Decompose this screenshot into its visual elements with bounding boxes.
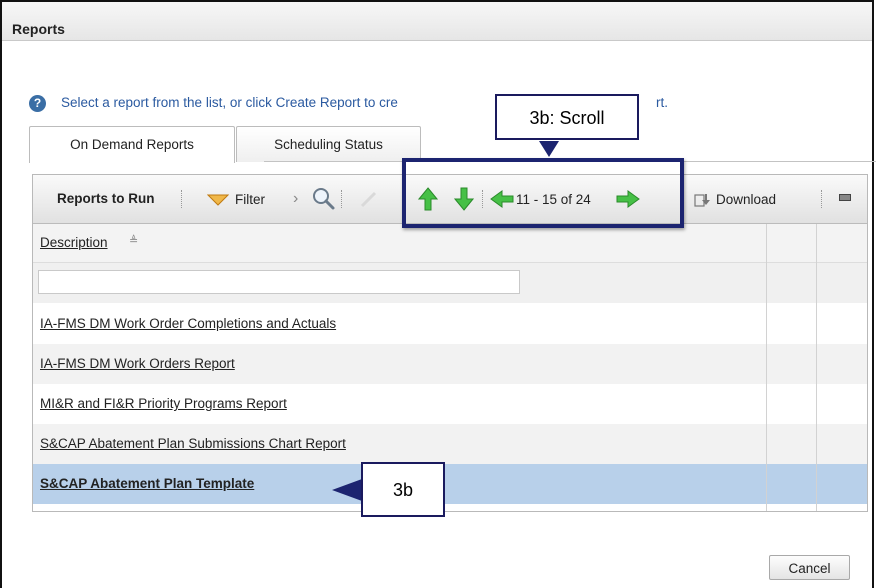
scroll-callout-pointer [539, 141, 559, 157]
scroll-callout-text: 3b: Scroll [529, 108, 605, 128]
toolbar-separator [181, 190, 182, 208]
table-row[interactable]: MI&R and FI&R Priority Programs Report [33, 384, 867, 424]
help-icon[interactable]: ? [29, 95, 46, 112]
column-header-row: Description ≜ [33, 224, 867, 263]
instruction-text-main: Select a report from the list, or click … [61, 95, 398, 110]
tab-on-demand-reports[interactable]: On Demand Reports [29, 126, 235, 163]
cancel-button[interactable]: Cancel [769, 555, 850, 580]
row-callout: 3b [361, 462, 445, 517]
table-row[interactable]: S&CAP Abatement Plan Submissions Chart R… [33, 424, 867, 464]
title-bar: Reports [2, 2, 872, 41]
scroll-callout: 3b: Scroll [495, 94, 639, 140]
tab-on-demand-reports-label: On Demand Reports [70, 137, 194, 152]
report-link[interactable]: MI&R and FI&R Priority Programs Report [40, 396, 287, 411]
toolbar-separator [821, 190, 822, 208]
column-divider [816, 224, 817, 511]
cancel-label: Cancel [788, 561, 831, 576]
description-column-header[interactable]: Description [40, 235, 108, 250]
column-divider [766, 224, 767, 511]
row-callout-text: 3b [392, 480, 414, 500]
filter-button[interactable]: Filter [207, 192, 265, 207]
instruction-text-tail: rt. [656, 95, 668, 110]
chevron-right-icon: › [293, 190, 299, 207]
table-row-selected[interactable]: S&CAP Abatement Plan Template [33, 464, 867, 504]
download-icon [694, 194, 710, 207]
report-link[interactable]: S&CAP Abatement Plan Template [40, 476, 254, 491]
download-label: Download [716, 192, 777, 207]
filter-row [33, 263, 867, 303]
report-link[interactable]: IA-FMS DM Work Orders Report [40, 356, 235, 371]
collapse-icon[interactable] [839, 194, 851, 201]
filter-funnel-icon [207, 194, 229, 206]
tab-scheduling-status[interactable]: Scheduling Status [236, 126, 421, 162]
row-callout-pointer [332, 479, 362, 501]
tab-scheduling-status-label: Scheduling Status [274, 137, 383, 152]
table-row[interactable]: IA-FMS DM Work Orders Report [33, 344, 867, 384]
description-filter-input[interactable] [38, 270, 520, 294]
instruction-text: Select a report from the list, or click … [61, 95, 668, 110]
table-row[interactable]: IA-FMS DM Work Order Completions and Act… [33, 304, 867, 344]
scroll-highlight-box [402, 158, 684, 228]
window-title: Reports [12, 21, 65, 37]
toolbar-title: Reports to Run [57, 191, 155, 206]
description-column-label: Description [40, 235, 108, 250]
toolbar-separator [341, 190, 342, 208]
report-link[interactable]: IA-FMS DM Work Order Completions and Act… [40, 316, 336, 331]
search-icon[interactable] [312, 187, 336, 211]
report-link[interactable]: S&CAP Abatement Plan Submissions Chart R… [40, 436, 346, 451]
sort-ascending-icon[interactable]: ≜ [129, 234, 138, 247]
filter-label: Filter [235, 192, 265, 207]
download-button[interactable]: Download [694, 192, 776, 207]
edit-pencil-icon [360, 191, 377, 208]
